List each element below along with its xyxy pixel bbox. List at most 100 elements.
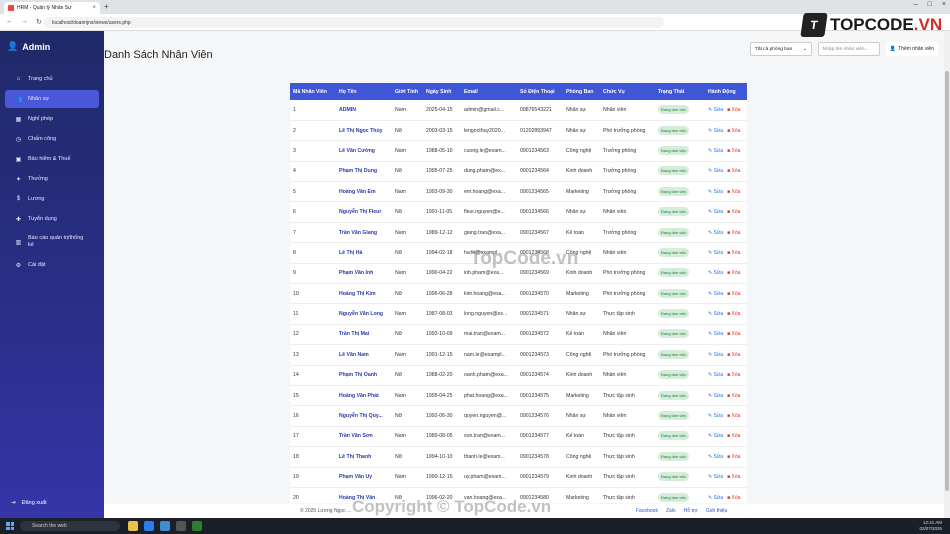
- edit-button[interactable]: ✎ Sửa: [708, 372, 723, 378]
- edit-button[interactable]: ✎ Sửa: [708, 433, 723, 439]
- sidebar-item-attendance[interactable]: ◷ Chấm công: [5, 130, 99, 148]
- browser-tab[interactable]: HRM - Quản lý Nhân Sự ×: [4, 2, 100, 14]
- search-input[interactable]: Nhập tên nhân viên...: [817, 42, 880, 56]
- logout-button[interactable]: ⇥ Đăng xuất: [11, 500, 47, 506]
- new-tab-button[interactable]: +: [104, 2, 109, 11]
- close-window-icon[interactable]: ×: [942, 1, 946, 8]
- delete-button[interactable]: ■ Xóa: [727, 454, 740, 460]
- cell-name[interactable]: Nguyễn Văn Long: [336, 304, 392, 324]
- terminal-icon[interactable]: [176, 521, 186, 531]
- cell-name[interactable]: Hoàng Văn Em: [336, 182, 392, 202]
- users-icon: 👥: [15, 96, 23, 103]
- delete-button[interactable]: ■ Xóa: [727, 393, 740, 399]
- cell-name[interactable]: Hoàng Văn Phát: [336, 385, 392, 405]
- delete-button[interactable]: ■ Xóa: [727, 189, 740, 195]
- windows-start-icon[interactable]: [6, 522, 14, 530]
- delete-button[interactable]: ■ Xóa: [727, 474, 740, 480]
- footer-link-about[interactable]: Giới thiệu: [706, 508, 728, 514]
- delete-button[interactable]: ■ Xóa: [727, 148, 740, 154]
- cell-name[interactable]: Trần Văn Sơn: [336, 426, 392, 446]
- cell-name[interactable]: Nguyễn Thị Quy...: [336, 406, 392, 426]
- column-header: Mã Nhân Viên: [293, 88, 327, 95]
- url-input[interactable]: localhost/doannjns/views/users.php: [44, 17, 664, 28]
- sidebar-item-settings[interactable]: ⚙ Cài đặt: [5, 256, 99, 274]
- cell-gender: Nữ: [395, 372, 403, 379]
- forward-icon[interactable]: →: [21, 18, 28, 26]
- edit-button[interactable]: ✎ Sửa: [708, 495, 723, 501]
- edit-button[interactable]: ✎ Sửa: [708, 474, 723, 480]
- app-icon[interactable]: [192, 521, 202, 531]
- edit-button[interactable]: ✎ Sửa: [708, 352, 723, 358]
- sidebar-item-reports[interactable]: ▥ Báo cáo quản trị/thống kê: [5, 230, 99, 254]
- edit-button[interactable]: ✎ Sửa: [708, 331, 723, 337]
- delete-button[interactable]: ■ Xóa: [727, 107, 740, 113]
- cell-dept: Nhân sự: [566, 106, 586, 113]
- sidebar-item-insurance[interactable]: ▣ Bảo hiểm & Thuế: [5, 150, 99, 168]
- back-icon[interactable]: ←: [6, 18, 13, 26]
- cell-name[interactable]: Lê Thị Thanh: [336, 447, 392, 467]
- edit-button[interactable]: ✎ Sửa: [708, 393, 723, 399]
- cell-name[interactable]: ADMIN: [336, 100, 392, 120]
- edit-button[interactable]: ✎ Sửa: [708, 270, 723, 276]
- delete-button[interactable]: ■ Xóa: [727, 413, 740, 419]
- cell-name[interactable]: Trần Văn Giang: [336, 222, 392, 242]
- edit-button[interactable]: ✎ Sửa: [708, 230, 723, 236]
- sidebar-item-bonus[interactable]: ✦ Thưởng: [5, 170, 99, 188]
- delete-button[interactable]: ■ Xóa: [727, 250, 740, 256]
- cell-name[interactable]: Hoàng Thị Kim: [336, 284, 392, 304]
- tab-close-icon[interactable]: ×: [92, 5, 96, 11]
- footer-link-support[interactable]: Hỗ trợ: [684, 508, 698, 514]
- sidebar-item-salary[interactable]: $ Lương: [5, 190, 99, 208]
- maximize-icon[interactable]: □: [928, 1, 932, 8]
- sidebar-item-leave[interactable]: ▦ Nghỉ phép: [5, 110, 99, 128]
- delete-button[interactable]: ■ Xóa: [727, 168, 740, 174]
- delete-button[interactable]: ■ Xóa: [727, 331, 740, 337]
- edit-button[interactable]: ✎ Sửa: [708, 291, 723, 297]
- cell-name[interactable]: Nguyễn Thị Fleur: [336, 202, 392, 222]
- cell-name[interactable]: Phạm Văn Uy: [336, 467, 392, 487]
- sidebar-item-home[interactable]: ⌂ Trang chủ: [5, 70, 99, 88]
- delete-button[interactable]: ■ Xóa: [727, 291, 740, 297]
- edit-button[interactable]: ✎ Sửa: [708, 250, 723, 256]
- edit-button[interactable]: ✎ Sửa: [708, 454, 723, 460]
- delete-button[interactable]: ■ Xóa: [727, 311, 740, 317]
- delete-button[interactable]: ■ Xóa: [727, 352, 740, 358]
- vscode-icon[interactable]: [160, 521, 170, 531]
- delete-button[interactable]: ■ Xóa: [727, 270, 740, 276]
- edit-button[interactable]: ✎ Sửa: [708, 128, 723, 134]
- cell-name[interactable]: Trần Thị Mai: [336, 324, 392, 344]
- minimize-icon[interactable]: –: [914, 1, 918, 8]
- delete-button[interactable]: ■ Xóa: [727, 209, 740, 215]
- browser-app-icon[interactable]: [144, 521, 154, 531]
- footer-link-zalo[interactable]: Zalo: [666, 508, 676, 514]
- scrollbar-thumb[interactable]: [945, 71, 949, 491]
- taskbar-search[interactable]: Search the web: [20, 521, 120, 531]
- edit-button[interactable]: ✎ Sửa: [708, 168, 723, 174]
- cell-name[interactable]: Phạm Văn Inh: [336, 263, 392, 283]
- add-employee-button[interactable]: 👤 Thêm nhân viên: [885, 42, 938, 56]
- edit-button[interactable]: ✎ Sửa: [708, 107, 723, 113]
- cell-name[interactable]: Lê Thị Hà: [336, 243, 392, 263]
- sidebar-item-recruitment[interactable]: ✚ Tuyển dụng: [5, 210, 99, 228]
- edit-button[interactable]: ✎ Sửa: [708, 311, 723, 317]
- file-explorer-icon[interactable]: [128, 521, 138, 531]
- cell-name[interactable]: Phạm Thị Oanh: [336, 365, 392, 385]
- delete-button[interactable]: ■ Xóa: [727, 372, 740, 378]
- cell-name[interactable]: Phạm Thị Dung: [336, 161, 392, 181]
- edit-button[interactable]: ✎ Sửa: [708, 189, 723, 195]
- reload-icon[interactable]: ↻: [36, 18, 42, 26]
- cell-name[interactable]: Lê Văn Cường: [336, 141, 392, 161]
- delete-button[interactable]: ■ Xóa: [727, 128, 740, 134]
- cell-name[interactable]: Lê Thị Ngọc Thủy: [336, 120, 392, 140]
- delete-button[interactable]: ■ Xóa: [727, 495, 740, 501]
- footer-link-facebook[interactable]: Facebook: [636, 508, 658, 514]
- department-select[interactable]: Tất cả phòng ban ⌄: [749, 42, 812, 56]
- delete-button[interactable]: ■ Xóa: [727, 230, 740, 236]
- edit-button[interactable]: ✎ Sửa: [708, 148, 723, 154]
- page-scrollbar[interactable]: [944, 31, 950, 518]
- edit-button[interactable]: ✎ Sửa: [708, 413, 723, 419]
- cell-name[interactable]: Lê Văn Nam: [336, 345, 392, 365]
- edit-button[interactable]: ✎ Sửa: [708, 209, 723, 215]
- sidebar-item-personnel[interactable]: 👥 Nhân sự: [5, 90, 99, 108]
- delete-button[interactable]: ■ Xóa: [727, 433, 740, 439]
